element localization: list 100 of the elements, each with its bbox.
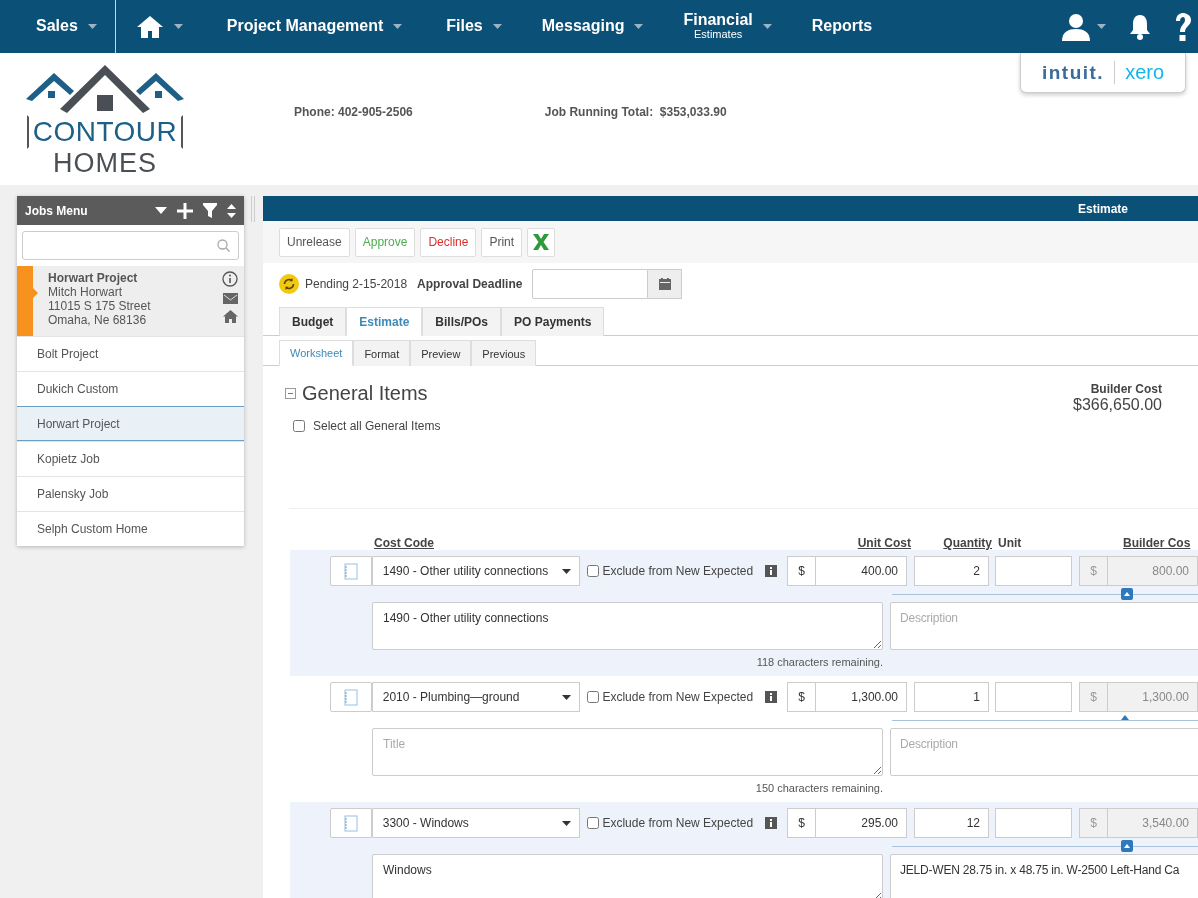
title-field[interactable]: 1490 - Other utility connections: [372, 602, 883, 650]
cost-code-dropdown[interactable]: 3300 - Windows: [371, 808, 581, 838]
job-item[interactable]: Selph Custom Home: [17, 511, 244, 546]
help-icon[interactable]: [1174, 11, 1192, 42]
checkbox[interactable]: [587, 817, 600, 829]
home-icon[interactable]: [222, 310, 238, 323]
unit-cost-field[interactable]: 295.00: [816, 808, 907, 838]
tab[interactable]: Worksheet: [279, 340, 354, 366]
action-button[interactable]: Decline: [420, 227, 477, 257]
xero-logo: xero: [1114, 61, 1165, 84]
bell-icon[interactable]: [1128, 13, 1152, 40]
collapse-icon[interactable]: [1121, 840, 1133, 852]
company-name: HOMES: [53, 149, 157, 177]
company-name: CONTOUR: [26, 115, 184, 149]
column-header[interactable]: Unit Cost: [830, 536, 911, 550]
nav-item[interactable]: Project Management: [226, 18, 384, 35]
excel-icon[interactable]: [532, 233, 551, 251]
status-flag: [17, 266, 38, 336]
checkbox[interactable]: [587, 565, 600, 577]
home-icon[interactable]: [135, 14, 164, 39]
action-button[interactable]: Print: [481, 227, 523, 257]
tab[interactable]: Preview: [410, 340, 472, 366]
plus-icon[interactable]: [177, 202, 193, 219]
nav-item[interactable]: Sales: [36, 18, 78, 35]
checkbox-label: Exclude from New Expected: [602, 690, 754, 704]
info-icon[interactable]: [765, 565, 778, 577]
job-item[interactable]: Palensky Job: [17, 476, 244, 511]
tab[interactable]: Budget: [279, 307, 347, 336]
builder-cost-total: $366,650.00: [1073, 396, 1162, 414]
description-field[interactable]: Description: [890, 602, 1198, 650]
tab[interactable]: PO Payments: [501, 307, 605, 336]
cost-code-dropdown[interactable]: 2010 - Plumbing—ground: [371, 682, 581, 712]
phone-number: Phone: 402-905-2506: [294, 105, 413, 121]
currency-label: $: [1079, 682, 1108, 712]
tab[interactable]: Previous: [471, 340, 537, 366]
active-job-card[interactable]: Horwart Project Mitch Horwart 11015 S 175 Street Omaha, Ne 68136: [17, 266, 244, 336]
info-icon[interactable]: [222, 271, 238, 287]
sort-icon[interactable]: [227, 203, 236, 218]
caret-icon[interactable]: [562, 694, 572, 700]
running-total: Job Running Total: $353,033.90: [544, 105, 727, 121]
checkbox-label: Exclude from New Expected: [602, 564, 754, 578]
intuit-logo: intuit.: [1041, 61, 1105, 84]
field-label: Approval Deadline: [417, 277, 523, 291]
nav-item[interactable]: Messaging: [541, 18, 625, 35]
description-field[interactable]: JELD-WEN 28.75 in. x 48.75 in. W-2500 Left-Hand Ca: [890, 854, 1198, 898]
status-text: Pending 2-15-2018: [305, 277, 408, 291]
caret-icon[interactable]: [155, 207, 167, 214]
mail-icon[interactable]: [222, 293, 238, 304]
info-icon[interactable]: [765, 817, 778, 829]
characters-remaining: 118 characters remaining.: [755, 655, 883, 670]
quantity-field[interactable]: 12: [914, 808, 989, 838]
checkbox[interactable]: [587, 691, 600, 703]
collapse-icon[interactable]: [1121, 588, 1133, 600]
tab[interactable]: Estimate: [346, 307, 423, 336]
column-header[interactable]: Builder Cos: [1123, 536, 1198, 550]
checkbox[interactable]: [293, 420, 305, 432]
action-button[interactable]: Unrelease: [279, 227, 350, 257]
nav-item[interactable]: Financial Estimates: [683, 12, 753, 41]
nav-item[interactable]: Files: [446, 18, 483, 35]
unit-cost-field[interactable]: 1,300.00: [816, 682, 907, 712]
quantity-field[interactable]: 2: [914, 556, 989, 586]
panel-title: Jobs Menu: [25, 203, 89, 218]
nav-item[interactable]: Reports: [811, 18, 873, 35]
excel-export-button[interactable]: [527, 227, 556, 257]
caret-icon[interactable]: [562, 820, 572, 826]
currency-label: $: [787, 682, 816, 712]
caret-icon[interactable]: [562, 568, 572, 574]
title-field[interactable]: Windows: [372, 854, 883, 898]
calendar-button[interactable]: [648, 269, 683, 299]
job-address: 11015 S 175 Street: [48, 299, 152, 313]
unit-field[interactable]: [995, 556, 1072, 586]
currency-label: $: [1079, 556, 1108, 586]
tab[interactable]: Format: [353, 340, 411, 366]
currency-label: $: [787, 556, 816, 586]
job-item[interactable]: Bolt Project: [17, 336, 244, 371]
cost-code-dropdown[interactable]: 1490 - Other utility connections: [371, 556, 581, 586]
search-icon[interactable]: [217, 239, 230, 252]
tab[interactable]: Bills/POs: [422, 307, 502, 336]
job-item[interactable]: Horwart Project: [17, 406, 244, 441]
calendar-icon[interactable]: [658, 278, 671, 290]
column-header[interactable]: Cost Code: [374, 536, 830, 550]
filter-icon[interactable]: [203, 203, 217, 218]
collapse-icon[interactable]: [285, 388, 296, 399]
currency-label: $: [787, 808, 816, 838]
unit-field[interactable]: [995, 682, 1072, 712]
info-icon[interactable]: [765, 691, 778, 703]
unit-cost-field[interactable]: 400.00: [816, 556, 907, 586]
title-field[interactable]: Title: [372, 728, 883, 776]
search-field[interactable]: [22, 231, 239, 260]
job-contact: Mitch Horwart: [48, 285, 123, 299]
quantity-field[interactable]: 1: [914, 682, 989, 712]
job-item[interactable]: Kopietz Job: [17, 441, 244, 476]
currency-label: $: [1079, 808, 1108, 838]
pending-status-icon: [279, 274, 299, 294]
description-field[interactable]: Description: [890, 728, 1198, 776]
unit-field[interactable]: [995, 808, 1072, 838]
date-field[interactable]: [532, 269, 649, 299]
column-header[interactable]: Quantity: [911, 536, 992, 550]
user-icon[interactable]: [1061, 12, 1091, 41]
job-item[interactable]: Dukich Custom: [17, 371, 244, 406]
